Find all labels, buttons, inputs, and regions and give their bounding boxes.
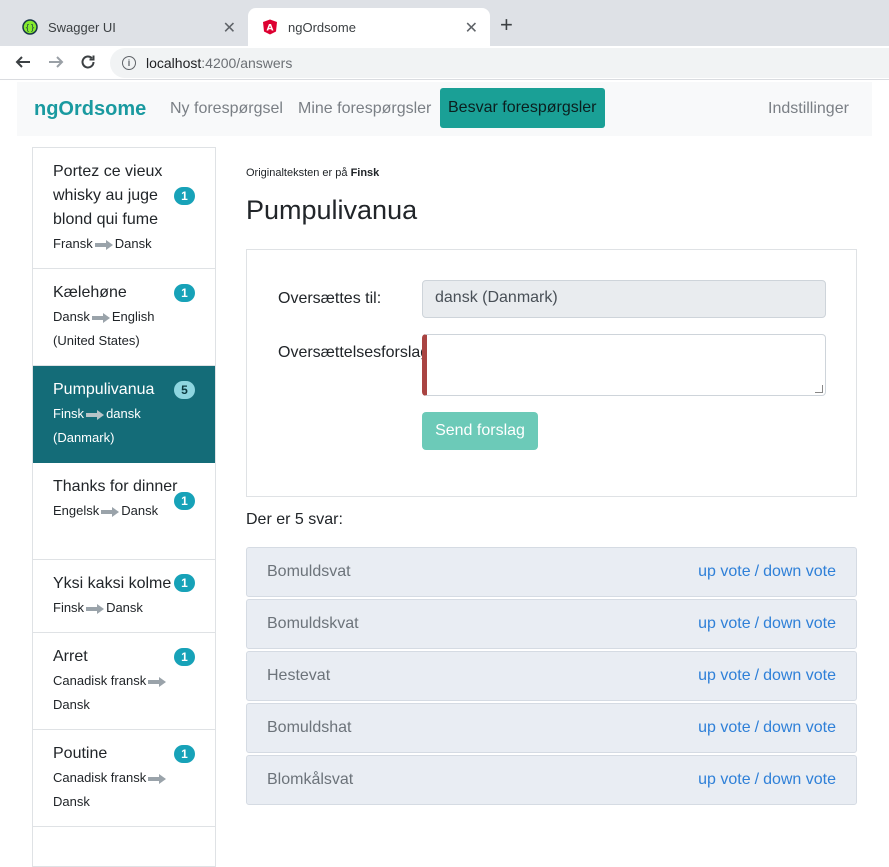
answers-list: Bomuldsvat up vote / down vote Bomuldskvat… xyxy=(246,547,857,807)
request-title: Portez ce vieux whisky au juge blond qui… xyxy=(53,163,163,228)
app-navbar: ngOrdsome Ny forespørgsel Mine forespørg… xyxy=(17,82,872,136)
nav-link-answer-requests[interactable]: Besvar forespørgsler xyxy=(440,88,605,128)
down-vote-link[interactable]: down vote xyxy=(763,615,836,632)
browser-tabstrip: {} Swagger UI ✕ A ngOrdsome ✕ + xyxy=(0,0,889,46)
count-badge: 1 xyxy=(174,492,195,510)
up-vote-link[interactable]: up vote xyxy=(698,667,750,684)
list-item[interactable]: Yksi kaksi kolme Finsk Dansk 1 xyxy=(33,560,215,633)
answer-text: Blomkålsvat xyxy=(267,771,354,788)
swagger-icon: {} xyxy=(22,19,38,35)
request-langs: Fransk Dansk xyxy=(53,236,152,251)
list-item[interactable]: Kælehøne Dansk English (United States) 1 xyxy=(33,269,215,366)
answer-row: Bomuldskvat up vote / down vote xyxy=(246,599,857,649)
suggestion-textarea[interactable] xyxy=(422,334,826,396)
count-badge: 1 xyxy=(174,187,195,205)
down-vote-link[interactable]: down vote xyxy=(763,563,836,580)
vote-separator: / xyxy=(754,615,760,632)
down-vote-link[interactable]: down vote xyxy=(763,771,836,788)
request-list: Portez ce vieux whisky au juge blond qui… xyxy=(32,147,216,867)
answer-text: Bomuldsvat xyxy=(267,563,351,580)
nav-link-my-requests[interactable]: Mine forespørgsler xyxy=(298,100,431,118)
url-text: localhost:4200/answers xyxy=(146,55,293,71)
browser-tab-ngordsome[interactable]: A ngOrdsome ✕ xyxy=(248,8,490,46)
nav-link-settings[interactable]: Indstillinger xyxy=(768,100,849,118)
angular-icon: A xyxy=(263,19,277,35)
new-tab-icon[interactable]: + xyxy=(500,14,513,36)
svg-text:A: A xyxy=(267,24,274,34)
answer-row: Bomuldsvat up vote / down vote xyxy=(246,547,857,597)
browser-tab-swagger[interactable]: {} Swagger UI ✕ xyxy=(8,8,248,46)
translate-to-field: dansk (Danmark) xyxy=(422,280,826,318)
back-icon[interactable] xyxy=(12,51,34,73)
forward-icon[interactable] xyxy=(45,51,67,73)
translate-to-label: Oversættes til: xyxy=(278,290,382,307)
count-badge: 1 xyxy=(174,574,195,592)
original-language-note: Originalteksten er på Finsk xyxy=(246,167,380,179)
close-tab-icon[interactable]: ✕ xyxy=(223,18,236,38)
answer-row: Hestevat up vote / down vote xyxy=(246,651,857,701)
vote-separator: / xyxy=(754,563,760,580)
down-vote-link[interactable]: down vote xyxy=(763,667,836,684)
up-vote-link[interactable]: up vote xyxy=(698,615,750,632)
page-title: Pumpulivanua xyxy=(246,195,418,225)
arrow-right-icon xyxy=(91,312,110,323)
answer-text: Bomuldshat xyxy=(267,719,352,736)
vote-separator: / xyxy=(754,667,760,684)
send-suggestion-button[interactable]: Send forslag xyxy=(422,412,538,450)
list-item-active[interactable]: Pumpulivanua Finsk dansk (Danmark) 5 xyxy=(33,366,215,463)
request-title: Arret xyxy=(53,648,88,665)
vote-separator: / xyxy=(754,771,760,788)
request-title: Pumpulivanua xyxy=(53,381,155,398)
request-title: Poutine xyxy=(53,745,108,762)
brand-logo[interactable]: ngOrdsome xyxy=(34,98,146,121)
reload-icon[interactable] xyxy=(77,51,99,73)
request-langs: Canadisk franskDansk xyxy=(53,669,178,717)
info-icon[interactable]: i xyxy=(122,56,136,70)
close-tab-icon[interactable]: ✕ xyxy=(465,18,478,38)
arrow-right-icon xyxy=(86,409,105,420)
arrow-right-icon xyxy=(86,603,105,614)
up-vote-link[interactable]: up vote xyxy=(698,771,750,788)
request-title: Kælehøne xyxy=(53,284,127,301)
list-item[interactable]: Arret Canadisk franskDansk 1 xyxy=(33,633,215,730)
request-langs: Dansk English (United States) xyxy=(53,309,155,348)
count-badge: 1 xyxy=(174,745,195,763)
suggestion-label: Oversættelsesforslag xyxy=(278,344,426,361)
count-badge: 1 xyxy=(174,648,195,666)
answer-text: Bomuldskvat xyxy=(267,615,359,632)
tab-label: Swagger UI xyxy=(48,19,116,35)
list-item[interactable]: Thanks for dinner Engelsk Dansk 1 xyxy=(33,463,215,560)
list-item[interactable] xyxy=(33,827,215,867)
arrow-right-icon xyxy=(101,506,120,517)
tab-label: ngOrdsome xyxy=(288,19,356,35)
count-badge: 1 xyxy=(174,284,195,302)
resize-handle-icon[interactable] xyxy=(815,385,823,393)
request-langs: Canadisk franskDansk xyxy=(53,766,178,814)
answer-text: Hestevat xyxy=(267,667,331,684)
list-item[interactable]: Portez ce vieux whisky au juge blond qui… xyxy=(33,148,215,269)
address-bar[interactable]: i localhost:4200/answers xyxy=(110,48,889,78)
answer-row: Bomuldshat up vote / down vote xyxy=(246,703,857,753)
answer-row: Blomkålsvat up vote / down vote xyxy=(246,755,857,805)
request-langs: Finsk dansk (Danmark) xyxy=(53,406,141,445)
request-langs: Finsk Dansk xyxy=(53,600,143,615)
answers-count: Der er 5 svar: xyxy=(246,511,343,528)
up-vote-link[interactable]: up vote xyxy=(698,719,750,736)
up-vote-link[interactable]: up vote xyxy=(698,563,750,580)
count-badge: 5 xyxy=(174,381,195,399)
vote-separator: / xyxy=(754,719,760,736)
arrow-right-icon xyxy=(148,773,167,784)
browser-toolbar: i localhost:4200/answers xyxy=(0,46,889,80)
down-vote-link[interactable]: down vote xyxy=(763,719,836,736)
list-item[interactable]: Poutine Canadisk franskDansk 1 xyxy=(33,730,215,827)
request-title: Thanks for dinner xyxy=(53,478,178,495)
arrow-right-icon xyxy=(148,676,167,687)
arrow-right-icon xyxy=(94,239,113,250)
svg-text:{}: {} xyxy=(25,23,35,32)
nav-link-new-request[interactable]: Ny forespørgsel xyxy=(170,100,283,118)
